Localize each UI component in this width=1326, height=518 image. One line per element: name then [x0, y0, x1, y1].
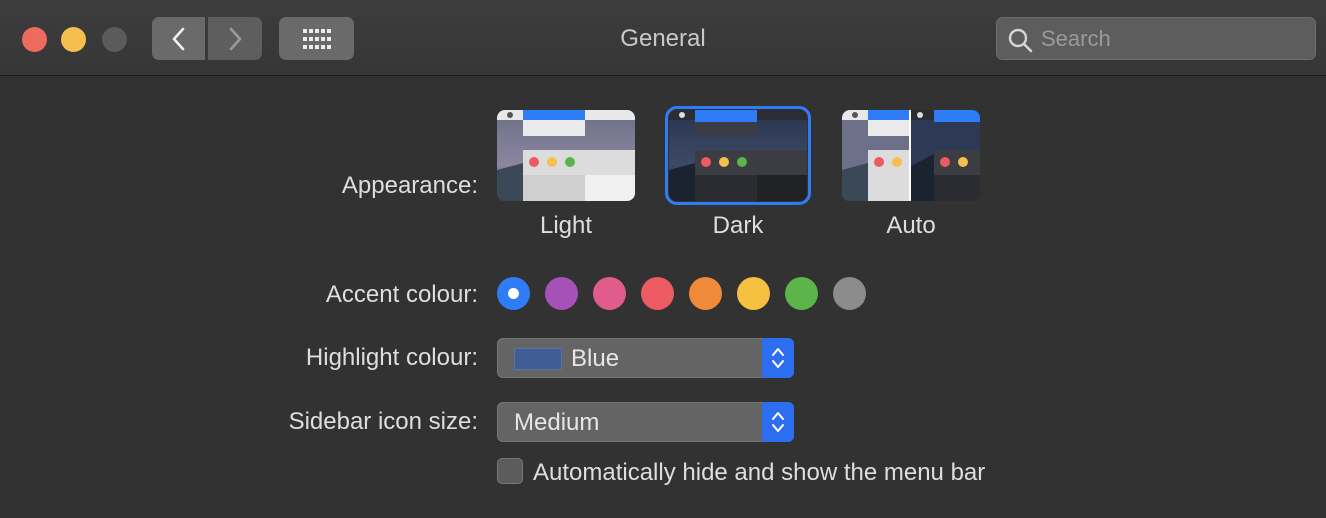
accent-swatch-green[interactable]	[785, 277, 818, 310]
sidebar-icon-size-label: Sidebar icon size:	[288, 408, 478, 435]
updown-arrows-icon	[762, 402, 794, 442]
appearance-auto-label: Auto	[886, 212, 936, 239]
highlight-colour-value: Blue	[571, 345, 620, 372]
accent-swatch-pink[interactable]	[593, 277, 626, 310]
sidebar-icon-size-popup[interactable]: Medium	[497, 402, 794, 442]
sidebar-icon-size-value: Medium	[514, 409, 600, 436]
search-input[interactable]	[1041, 24, 1301, 54]
highlight-colour-swatch	[514, 348, 562, 370]
highlight-colour-popup[interactable]: Blue	[497, 338, 794, 378]
accent-colour-label: Accent colour:	[325, 281, 478, 308]
accent-swatch-red[interactable]	[641, 277, 674, 310]
appearance-light-option[interactable]	[497, 110, 635, 201]
appearance-label: Appearance:	[341, 172, 478, 199]
accent-swatch-orange[interactable]	[689, 277, 722, 310]
dark-preview-image	[669, 110, 807, 201]
search-field[interactable]	[996, 17, 1316, 60]
appearance-dark-label: Dark	[712, 212, 764, 239]
accent-swatch-graphite[interactable]	[833, 277, 866, 310]
magnifier-icon	[1008, 28, 1033, 53]
accent-swatch-yellow[interactable]	[737, 277, 770, 310]
appearance-light-label: Light	[539, 212, 593, 239]
appearance-auto-option[interactable]	[842, 110, 980, 201]
light-preview-image	[497, 110, 635, 201]
auto-hide-menubar-checkbox[interactable]	[497, 458, 523, 484]
accent-swatch-blue[interactable]	[497, 277, 530, 310]
highlight-colour-label: Highlight colour:	[305, 344, 478, 371]
auto-hide-menubar-label: Automatically hide and show the menu bar	[533, 459, 986, 486]
title-bar: General	[0, 0, 1326, 76]
updown-arrows-icon	[762, 338, 794, 378]
appearance-dark-option[interactable]	[665, 106, 811, 205]
auto-preview-image	[842, 110, 980, 201]
accent-swatch-purple[interactable]	[545, 277, 578, 310]
